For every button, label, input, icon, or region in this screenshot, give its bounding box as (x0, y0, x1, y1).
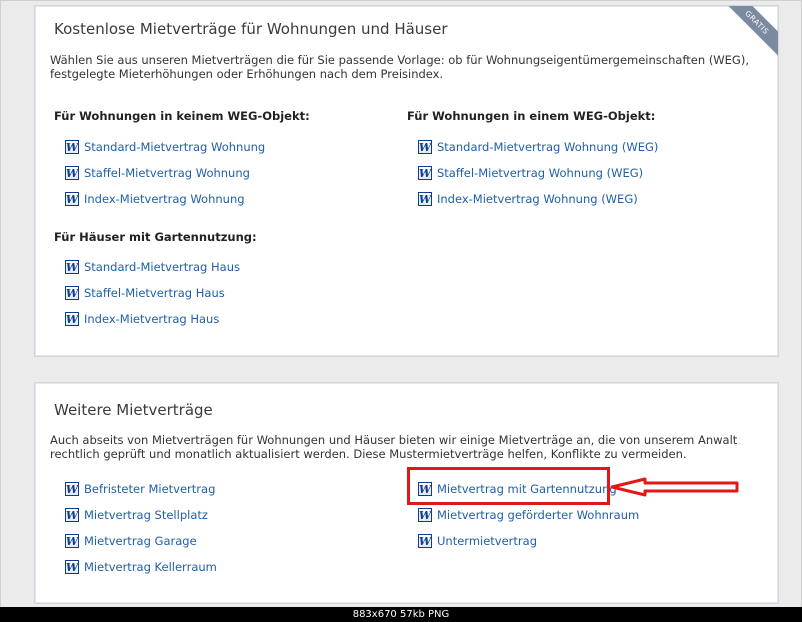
word-document-icon: W (65, 534, 79, 548)
link-mietvertrag-mit-gartennutzung[interactable]: W Mietvertrag mit Gartennutzung (418, 481, 617, 497)
link-label: Standard-Mietvertrag Wohnung (84, 140, 266, 154)
link-mietvertrag-stellplatz[interactable]: W Mietvertrag Stellplatz (65, 507, 208, 523)
section-heading-no-weg: Für Wohnungen in keinem WEG-Objekt: (54, 109, 310, 123)
link-label: Befristeter Mietvertrag (84, 482, 216, 496)
word-document-icon: W (418, 508, 432, 522)
section-heading-weg: Für Wohnungen in einem WEG-Objekt: (407, 109, 656, 123)
link-label: Mietvertrag Stellplatz (84, 508, 208, 522)
link-index-mietvertrag-wohnung[interactable]: W Index-Mietvertrag Wohnung (65, 191, 245, 207)
panel-intro: Auch abseits von Mietverträgen für Wohnu… (50, 433, 738, 461)
link-index-mietvertrag-haus[interactable]: W Index-Mietvertrag Haus (65, 311, 219, 327)
word-document-icon: W (418, 534, 432, 548)
link-standard-mietvertrag-wohnung[interactable]: W Standard-Mietvertrag Wohnung (65, 139, 265, 155)
link-mietvertrag-garage[interactable]: W Mietvertrag Garage (65, 533, 197, 549)
link-mietvertrag-gefoerderter-wohnraum[interactable]: W Mietvertrag geförderter Wohnraum (418, 507, 639, 523)
link-label: Mietvertrag Garage (84, 534, 197, 548)
word-document-icon: W (65, 560, 79, 574)
link-mietvertrag-kellerraum[interactable]: W Mietvertrag Kellerraum (65, 559, 217, 575)
link-label: Mietvertrag mit Gartennutzung (437, 482, 617, 496)
link-befristeter-mietvertrag[interactable]: W Befristeter Mietvertrag (65, 481, 215, 497)
word-document-icon: W (65, 312, 79, 326)
link-untermietvertrag[interactable]: W Untermietvertrag (418, 533, 537, 549)
section-heading-haeuser: Für Häuser mit Gartennutzung: (54, 230, 257, 244)
link-label: Index-Mietvertrag Wohnung (84, 192, 245, 206)
link-label: Staffel-Mietvertrag Wohnung (84, 166, 250, 180)
link-label: Mietvertrag geförderter Wohnraum (437, 508, 640, 522)
link-label: Staffel-Mietvertrag Haus (84, 286, 225, 300)
word-document-icon: W (418, 482, 432, 496)
word-document-icon: W (418, 192, 432, 206)
link-index-mietvertrag-wohnung-weg[interactable]: W Index-Mietvertrag Wohnung (WEG) (418, 191, 638, 207)
word-document-icon: W (65, 260, 79, 274)
word-document-icon: W (65, 508, 79, 522)
panel-intro: Wählen Sie aus unseren Mietverträgen die… (50, 53, 749, 81)
word-document-icon: W (418, 166, 432, 180)
gratis-ribbon: GRATIS (720, 6, 778, 59)
free-contracts-panel: Kostenlose Mietverträge für Wohnungen un… (34, 5, 779, 357)
link-staffel-mietvertrag-haus[interactable]: W Staffel-Mietvertrag Haus (65, 285, 225, 301)
link-label: Mietvertrag Kellerraum (84, 560, 217, 574)
word-document-icon: W (65, 192, 79, 206)
link-standard-mietvertrag-haus[interactable]: W Standard-Mietvertrag Haus (65, 259, 240, 275)
link-label: Standard-Mietvertrag Wohnung (WEG) (437, 140, 659, 154)
panel-title: Kostenlose Mietverträge für Wohnungen un… (54, 20, 448, 38)
link-label: Index-Mietvertrag Haus (84, 312, 220, 326)
link-label: Index-Mietvertrag Wohnung (WEG) (437, 192, 638, 206)
panel-title: Weitere Mietverträge (54, 401, 213, 419)
status-bar: 883x670 57kb PNG (0, 607, 802, 622)
word-document-icon: W (65, 482, 79, 496)
word-document-icon: W (418, 140, 432, 154)
link-label: Untermietvertrag (437, 534, 537, 548)
link-label: Standard-Mietvertrag Haus (84, 260, 240, 274)
link-staffel-mietvertrag-wohnung-weg[interactable]: W Staffel-Mietvertrag Wohnung (WEG) (418, 165, 643, 181)
word-document-icon: W (65, 286, 79, 300)
word-document-icon: W (65, 166, 79, 180)
link-staffel-mietvertrag-wohnung[interactable]: W Staffel-Mietvertrag Wohnung (65, 165, 250, 181)
further-contracts-panel: Weitere Mietverträge Auch abseits von Mi… (34, 382, 779, 604)
page-frame: Kostenlose Mietverträge für Wohnungen un… (0, 0, 802, 608)
link-label: Staffel-Mietvertrag Wohnung (WEG) (437, 166, 644, 180)
word-document-icon: W (65, 140, 79, 154)
link-standard-mietvertrag-wohnung-weg[interactable]: W Standard-Mietvertrag Wohnung (WEG) (418, 139, 658, 155)
